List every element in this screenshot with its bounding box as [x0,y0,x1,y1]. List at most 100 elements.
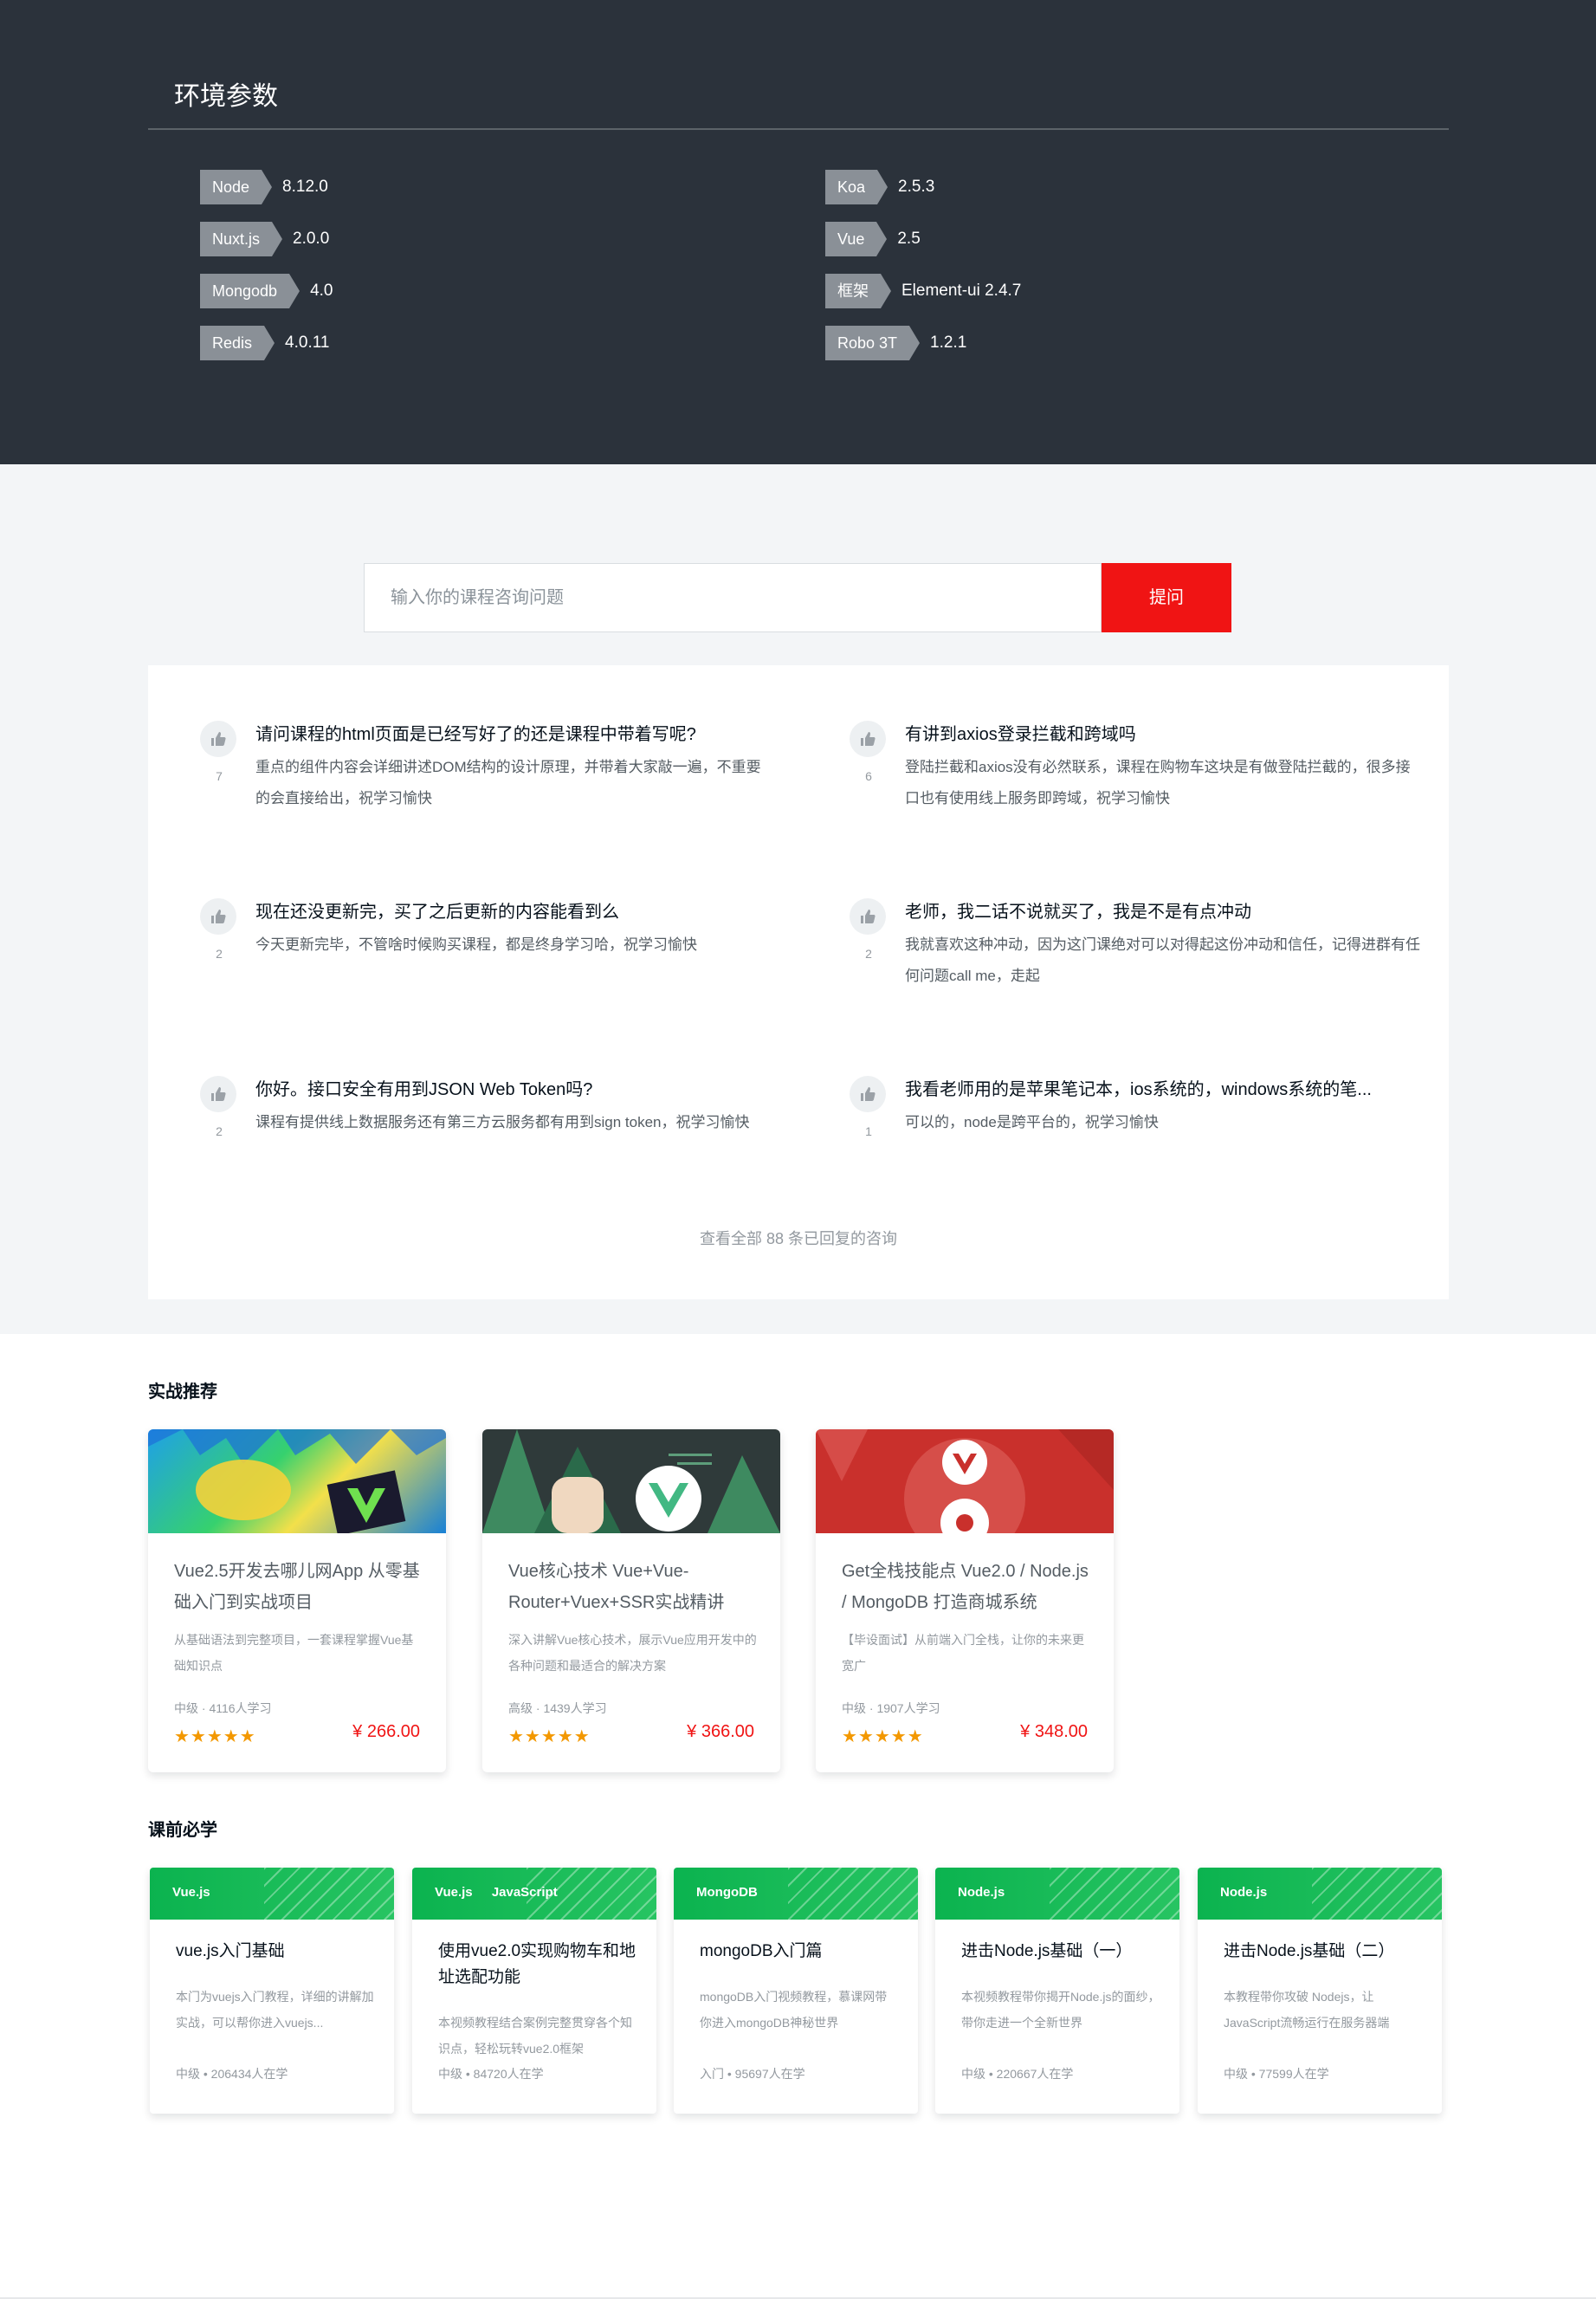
course-cover-image [482,1429,780,1533]
course-price: ¥ 366.00 [687,1722,754,1741]
course-price: ¥ 348.00 [1020,1722,1088,1741]
qa-question[interactable]: 老师，我二话不说就买了，我是不是有点冲动 [905,898,1425,926]
env-param-value: 4.0 [310,282,333,300]
prereq-desc: 本门为vuejs入门教程，详细的讲解加实战，可以帮你进入vuejs... [176,1990,374,2030]
env-param-name: 框架 [825,274,891,308]
like-button[interactable]: 7 [200,721,238,783]
prereq-meta: 入门 • 95697人在学 [700,2067,805,2081]
course-meta: 高级 · 1439人学习 [508,1701,607,1715]
like-count: 1 [865,1124,872,1138]
env-param-row: 框架 Element-ui 2.4.7 [825,274,1021,308]
env-param-row: Node 8.12.0 [200,170,328,204]
prereq-section-title: 课前必学 [148,1821,217,1840]
env-param-name: Mongodb [200,274,300,308]
course-desc: 【毕设面试】从前端入门全栈，让你的未来更宽广 [842,1633,1084,1673]
course-card[interactable]: Get全栈技能点 Vue2.0 / Node.js / MongoDB 打造商城… [816,1429,1114,1772]
prereq-card-header: Node.js [1198,1868,1442,1920]
like-count: 2 [865,947,872,961]
env-param-row: Redis 4.0.11 [200,326,329,360]
prereq-card[interactable]: Vue.js vue.js入门基础 本门为vuejs入门教程，详细的讲解加实战，… [150,1868,394,2114]
course-card[interactable]: Vue核心技术 Vue+Vue-Router+Vuex+SSR实战精讲 深入讲解… [482,1429,780,1772]
tech-tag: MongoDB [696,1885,758,1900]
env-title: 环境参数 [174,82,278,111]
view-all-qa-link[interactable]: 查看全部 88 条已回复的咨询 [148,1227,1449,1249]
env-param-value: 2.0.0 [293,230,330,248]
env-param-row: Koa 2.5.3 [825,170,934,204]
prereq-card[interactable]: Vue.js JavaScript 使用vue2.0实现购物车和地址选配功能 本… [412,1868,656,2114]
course-title[interactable]: Vue核心技术 Vue+Vue-Router+Vuex+SSR实战精讲 [508,1556,759,1618]
header-pattern [1312,1868,1442,1920]
env-param-value: 2.5.3 [898,178,935,196]
qa-question[interactable]: 有讲到axios登录拦截和跨域吗 [905,721,1425,748]
env-param-value: 1.2.1 [930,334,967,352]
env-param-name: Nuxt.js [200,222,283,256]
qa-answer: 今天更新完毕，不管啥时候购买课程，都是终身学习哈，祝学习愉快 [255,936,697,953]
qa-question[interactable]: 现在还没更新完，买了之后更新的内容能看到么 [255,898,775,926]
thumb-up-icon [200,898,236,935]
env-param-value: 8.12.0 [282,178,328,196]
tech-tag: Node.js [958,1885,1005,1900]
like-button[interactable]: 2 [850,898,888,961]
qa-answer: 课程有提供线上数据服务还有第三方云服务都有用到sign token，祝学习愉快 [255,1114,750,1130]
qa-answer: 可以的，node是跨平台的，祝学习愉快 [905,1114,1159,1130]
rating-stars: ★★★★★ [508,1727,591,1746]
prereq-meta: 中级 • 220667人在学 [961,2067,1074,2081]
qa-question[interactable]: 我看老师用的是苹果笔记本，ios系统的，windows系统的笔... [905,1076,1425,1104]
env-param-row: Nuxt.js 2.0.0 [200,222,329,256]
prereq-card-header: Node.js [935,1868,1179,1920]
course-desc: 从基础语法到完整项目，一套课程掌握Vue基础知识点 [174,1633,414,1673]
prereq-desc: 本教程带你攻破 Nodejs，让 JavaScript流畅运行在服务器端 [1224,1990,1390,2030]
prereq-desc: mongoDB入门视频教程，慕课网带你进入mongoDB神秘世界 [700,1990,888,2030]
prereq-title[interactable]: 进击Node.js基础（一） [961,1939,1160,1965]
course-title[interactable]: Vue2.5开发去哪儿网App 从零基础入门到实战项目 [174,1556,425,1618]
prereq-desc: 本视频教程带你揭开Node.js的面纱，带你走进一个全新世界 [961,1990,1160,2030]
rating-stars: ★★★★★ [174,1727,256,1746]
prereq-card[interactable]: MongoDB mongoDB入门篇 mongoDB入门视频教程，慕课网带你进入… [674,1868,918,2114]
env-param-row: Mongodb 4.0 [200,274,333,308]
prereq-title[interactable]: 使用vue2.0实现购物车和地址选配功能 [438,1939,637,1991]
prereq-title[interactable]: 进击Node.js基础（二） [1224,1939,1423,1965]
ask-button[interactable]: 提问 [1102,563,1231,632]
thumb-up-icon [850,898,886,935]
prereq-meta: 中级 • 206434人在学 [176,2067,288,2081]
env-param-value: 4.0.11 [285,334,330,352]
course-card[interactable]: Vue2.5开发去哪儿网App 从零基础入门到实战项目 从基础语法到完整项目，一… [148,1429,446,1772]
like-button[interactable]: 1 [850,1076,888,1138]
qa-answer: 重点的组件内容会详细讲述DOM结构的设计原理，并带着大家敲一遍，不重要的会直接给… [255,759,761,806]
practice-section-title: 实战推荐 [148,1383,217,1402]
like-button[interactable]: 6 [850,721,888,783]
env-param-value: Element-ui 2.4.7 [901,282,1022,300]
prereq-title[interactable]: mongoDB入门篇 [700,1939,899,1965]
prereq-card-header: Vue.js [150,1868,394,1920]
tech-tag: Node.js [1220,1885,1268,1900]
env-param-name: Robo 3T [825,326,921,360]
qa-question[interactable]: 你好。接口安全有用到JSON Web Token吗? [255,1076,775,1104]
course-cover-image [148,1429,446,1536]
header-pattern [1050,1868,1179,1920]
prereq-desc: 本视频教程结合案例完整贯穿各个知识点，轻松玩转vue2.0框架 [438,2016,632,2056]
prereq-card[interactable]: Node.js 进击Node.js基础（二） 本教程带你攻破 Nodejs，让 … [1198,1868,1442,2114]
prereq-card[interactable]: Node.js 进击Node.js基础（一） 本视频教程带你揭开Node.js的… [935,1868,1179,2114]
like-button[interactable]: 2 [200,898,238,961]
qa-panel: 7 请问课程的html页面是已经写好了的还是课程中带着写呢? 重点的组件内容会详… [148,665,1449,1299]
tech-tag: Vue.js [435,1885,473,1900]
qa-answer: 我就喜欢这种冲动，因为这门课绝对可以对得起这份冲动和信任，记得进群有任何问题ca… [905,936,1420,984]
like-button[interactable]: 2 [200,1076,238,1138]
env-param-name: Node [200,170,273,204]
course-title[interactable]: Get全栈技能点 Vue2.0 / Node.js / MongoDB 打造商城… [842,1556,1093,1618]
rating-stars: ★★★★★ [842,1727,924,1746]
course-price: ¥ 266.00 [352,1722,420,1741]
course-meta: 中级 · 4116人学习 [174,1701,272,1715]
like-count: 2 [216,947,223,961]
qa-question[interactable]: 请问课程的html页面是已经写好了的还是课程中带着写呢? [255,721,775,748]
thumb-up-icon [200,1076,236,1112]
thumb-up-icon [850,1076,886,1112]
env-param-name: Vue [825,222,888,256]
prereq-title[interactable]: vue.js入门基础 [176,1939,375,1965]
thumb-up-icon [200,721,236,757]
thumb-up-icon [850,721,886,757]
question-input[interactable]: 输入你的课程咨询问题 [364,563,1102,632]
like-count: 2 [216,1124,223,1138]
header-pattern [788,1868,918,1920]
env-param-row: Vue 2.5 [825,222,921,256]
